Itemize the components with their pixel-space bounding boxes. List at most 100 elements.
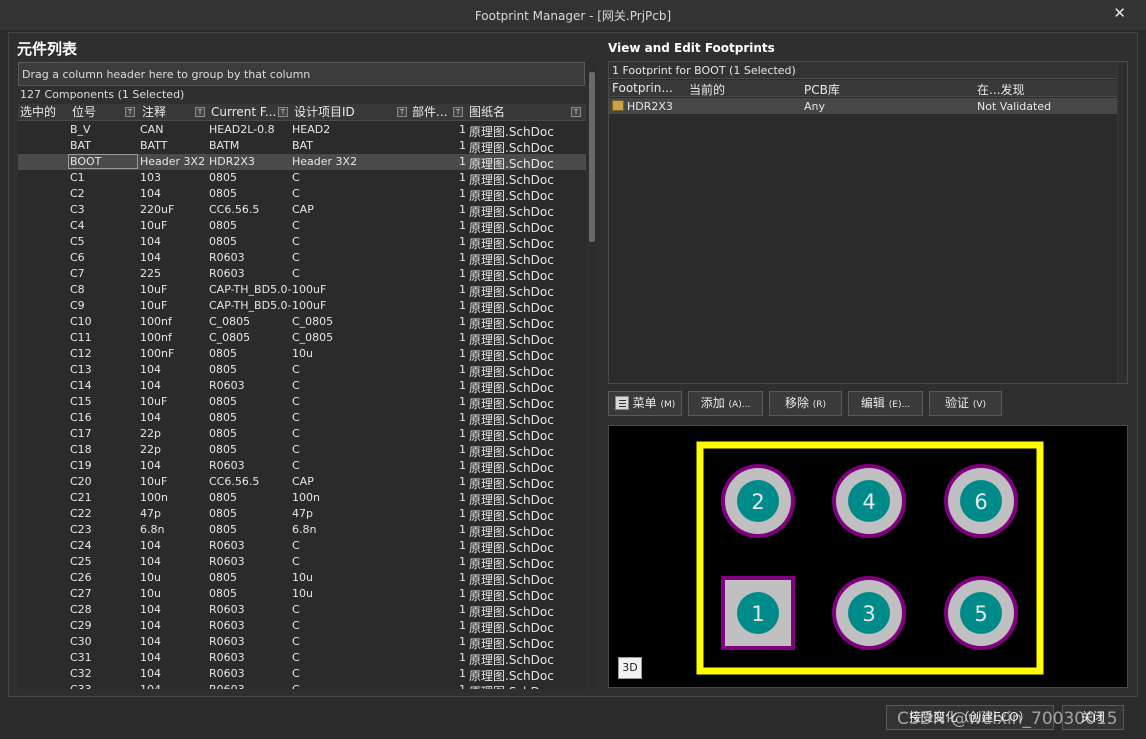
scrollbar-thumb[interactable]	[589, 72, 595, 242]
comment-cell: 104	[140, 363, 161, 376]
validate-button[interactable]: 验证 (V)	[929, 391, 1002, 416]
comment-cell: 103	[140, 171, 161, 184]
column-header-part[interactable]: 部件... T	[410, 104, 466, 121]
part-cell: 1	[459, 139, 466, 152]
component-list-scrollbar[interactable]	[587, 62, 597, 689]
footprint-cell: 0805	[209, 571, 237, 584]
design-item-id-cell: C	[292, 443, 300, 456]
design-item-id-cell: CAP	[292, 475, 314, 488]
add-button[interactable]: 添加 (A)...	[688, 391, 763, 416]
table-row[interactable]: C4 10uF 0805 C 1 原理图.SchDoc	[18, 218, 586, 235]
view-3d-button[interactable]: 3D	[618, 657, 642, 679]
group-by-hint: Drag a column header here to group by th…	[22, 68, 311, 81]
designator-cell: C20	[70, 475, 92, 488]
part-cell: 1	[459, 379, 466, 392]
edit-button[interactable]: 编辑 (E)...	[848, 391, 923, 416]
table-row[interactable]: C5 104 0805 C 1 原理图.SchDoc	[18, 234, 586, 251]
table-row[interactable]: C25 104 R0603 C 1 原理图.SchDoc	[18, 554, 586, 571]
footprint-cell: 0805	[209, 507, 237, 520]
menu-button[interactable]: 菜单 (M)	[608, 391, 682, 416]
footprint-preview[interactable]: 2 4 6 1 3 5 3D	[608, 425, 1128, 688]
table-row[interactable]: BAT BATT BATM BAT 1 原理图.SchDoc	[18, 138, 586, 155]
table-row[interactable]: C10 100nf C_0805 C_0805 1 原理图.SchDoc	[18, 314, 586, 331]
table-row[interactable]: C6 104 R0603 C 1 原理图.SchDoc	[18, 250, 586, 267]
table-row[interactable]: C27 10u 0805 10u 1 原理图.SchDoc	[18, 586, 586, 603]
column-header-footprint[interactable]: Footprin...	[612, 81, 673, 95]
design-item-id-cell: HEAD2	[292, 123, 331, 136]
comment-cell: 104	[140, 379, 161, 392]
group-by-area[interactable]: Drag a column header here to group by th…	[18, 62, 585, 86]
close-icon[interactable]: ✕	[1113, 4, 1126, 22]
component-grid: 选中的 位号 T 注释 T Current F... T 设计项目ID T 部件... T…	[18, 104, 586, 689]
table-row[interactable]: C16 104 0805 C 1 原理图.SchDoc	[18, 410, 586, 427]
designator-cell: C19	[70, 459, 92, 472]
table-row[interactable]: C12 100nF 0805 10u 1 原理图.SchDoc	[18, 346, 586, 363]
table-row[interactable]: BOOT Header 3X2 HDR2X3 Header 3X2 1 原理图.SchDo…	[18, 154, 586, 171]
table-row[interactable]: C14 104 R0603 C 1 原理图.SchDoc	[18, 378, 586, 395]
table-row[interactable]: C1 103 0805 C 1 原理图.SchDoc	[18, 170, 586, 187]
table-row[interactable]: C30 104 R0603 C 1 原理图.SchDoc	[18, 634, 586, 651]
comment-cell: 10u	[140, 587, 161, 600]
table-row[interactable]: C23 6.8n 0805 6.8n 1 原理图.SchDoc	[18, 522, 586, 539]
column-header-pcb-library[interactable]: PCB库	[804, 81, 840, 98]
table-row[interactable]: C13 104 0805 C 1 原理图.SchDoc	[18, 362, 586, 379]
footprint-cell: BATM	[209, 139, 240, 152]
design-item-id-cell: C	[292, 267, 300, 280]
table-row[interactable]: C2 104 0805 C 1 原理图.SchDoc	[18, 186, 586, 203]
column-header-current[interactable]: 当前的	[689, 81, 725, 98]
table-row[interactable]: C9 10uF CAP-TH_BD5.0-P 100uF 1 原理图.SchDoc	[18, 298, 586, 315]
filter-icon[interactable]: T	[125, 107, 135, 117]
table-row[interactable]: C33104R0603C1原理图.SchDoc	[18, 682, 586, 689]
table-row[interactable]: C24 104 R0603 C 1 原理图.SchDoc	[18, 538, 586, 555]
design-item-id-cell: C	[292, 603, 300, 616]
footprint-cell: CC6.56.5	[209, 475, 260, 488]
table-row[interactable]: C21 100n 0805 100n 1 原理图.SchDoc	[18, 490, 586, 507]
table-row[interactable]: C15 10uF 0805 C 1 原理图.SchDoc	[18, 394, 586, 411]
part-cell: 1	[459, 491, 466, 504]
designator-cell: C27	[70, 587, 92, 600]
table-row[interactable]: C29 104 R0603 C 1 原理图.SchDoc	[18, 618, 586, 635]
footprint-row[interactable]: HDR2X3 Any Not Validated	[609, 98, 1127, 114]
table-row[interactable]: C26 10u 0805 10u 1 原理图.SchDoc	[18, 570, 586, 587]
design-item-id-cell: C	[292, 683, 410, 689]
comment-cell: 10uF	[140, 299, 168, 312]
comment-cell: 104	[140, 187, 161, 200]
column-header-found-in[interactable]: 在...发现	[977, 81, 1024, 98]
filter-icon[interactable]: T	[278, 107, 288, 117]
table-row[interactable]: C11 100nf C_0805 C_0805 1 原理图.SchDoc	[18, 330, 586, 347]
table-row[interactable]: C7 225 R0603 C 1 原理图.SchDoc	[18, 266, 586, 283]
table-row[interactable]: C19 104 R0603 C 1 原理图.SchDoc	[18, 458, 586, 475]
remove-button[interactable]: 移除 (R)	[769, 391, 842, 416]
filter-icon[interactable]: T	[453, 107, 463, 117]
design-item-id-cell: Header 3X2	[292, 155, 358, 168]
table-row[interactable]: C17 22p 0805 C 1 原理图.SchDoc	[18, 426, 586, 443]
column-header-comment[interactable]: 注释 T	[140, 104, 208, 121]
footprint-cell: 0805	[209, 523, 237, 536]
part-cell: 1	[459, 347, 466, 360]
table-row[interactable]: C18 22p 0805 C 1 原理图.SchDoc	[18, 442, 586, 459]
table-row[interactable]: C31 104 R0603 C 1 原理图.SchDoc	[18, 650, 586, 667]
footprint-grid-scrollbar[interactable]	[1117, 62, 1127, 383]
footprint-found-in: Not Validated	[977, 100, 1052, 113]
column-header-current-footprint[interactable]: Current F... T	[209, 104, 291, 121]
table-row[interactable]: B_V CAN HEAD2L-0.8 HEAD2 1 原理图.SchDoc	[18, 122, 586, 139]
footprint-preview-canvas: 2 4 6 1 3 5	[696, 441, 1044, 675]
footprint-cell: R0603	[209, 379, 245, 392]
filter-icon[interactable]: T	[397, 107, 407, 117]
column-header-selected[interactable]: 选中的	[18, 104, 68, 121]
filter-icon[interactable]: T	[195, 107, 205, 117]
column-header-sheet-name[interactable]: 图纸名 T	[467, 104, 584, 121]
designator-cell: C9	[70, 299, 85, 312]
table-row[interactable]: C3 220uF CC6.56.5 CAP 1 原理图.SchDoc	[18, 202, 586, 219]
table-row[interactable]: C8 10uF CAP-TH_BD5.0-P 100uF 1 原理图.SchDoc	[18, 282, 586, 299]
column-header-design-item-id[interactable]: 设计项目ID T	[292, 104, 410, 121]
table-row[interactable]: C32 104 R0603 C 1 原理图.SchDoc	[18, 666, 586, 683]
table-row[interactable]: C22 47p 0805 47p 1 原理图.SchDoc	[18, 506, 586, 523]
footprint-cell: 0805	[209, 171, 237, 184]
designator-cell: C33	[70, 683, 138, 689]
filter-icon[interactable]: T	[571, 107, 581, 117]
table-row[interactable]: C28 104 R0603 C 1 原理图.SchDoc	[18, 602, 586, 619]
table-row[interactable]: C20 10uF CC6.56.5 CAP 1 原理图.SchDoc	[18, 474, 586, 491]
column-header-designator[interactable]: 位号 T	[70, 104, 138, 121]
designator-cell: C8	[70, 283, 85, 296]
